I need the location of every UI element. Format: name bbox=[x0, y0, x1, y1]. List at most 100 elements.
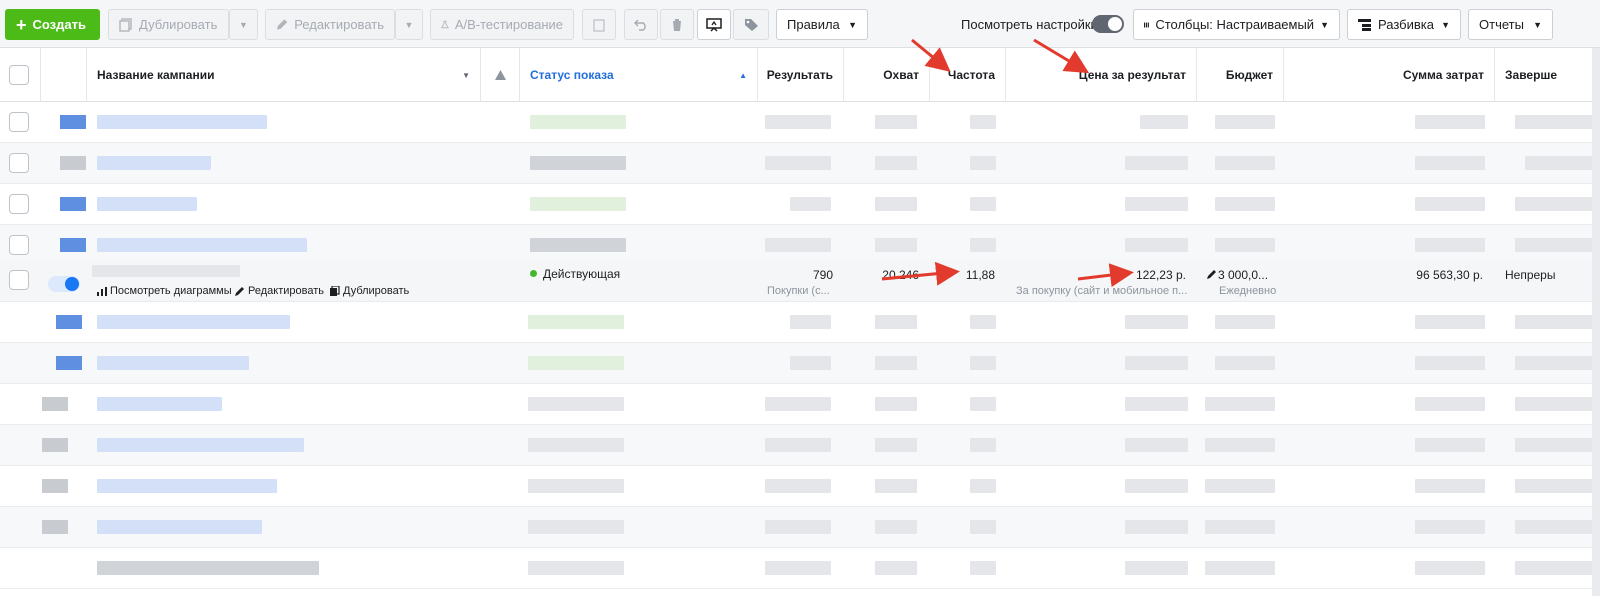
column-amount-spent[interactable]: Сумма затрат bbox=[1284, 48, 1495, 102]
undo-button[interactable] bbox=[624, 9, 658, 40]
reports-dropdown[interactable]: Отчеты ▼ bbox=[1468, 9, 1553, 40]
blurred-text bbox=[1215, 197, 1275, 211]
blurred-text bbox=[1515, 520, 1592, 534]
blurred-text bbox=[1415, 561, 1485, 575]
pencil-icon bbox=[235, 287, 244, 296]
blurred-toggle bbox=[60, 156, 86, 170]
vertical-scrollbar[interactable] bbox=[1592, 48, 1600, 596]
table-row[interactable] bbox=[0, 102, 1600, 143]
table-row[interactable] bbox=[0, 384, 1600, 425]
blurred-text bbox=[528, 479, 624, 493]
select-all-checkbox[interactable] bbox=[9, 65, 29, 85]
breakdown-icon bbox=[1358, 18, 1371, 31]
caret-down-icon: ▼ bbox=[848, 19, 857, 30]
blurred-text bbox=[1515, 561, 1592, 575]
plus-icon: + bbox=[16, 14, 27, 35]
blurred-text bbox=[875, 238, 917, 252]
table-row[interactable] bbox=[0, 184, 1600, 225]
bar-chart-icon bbox=[97, 286, 107, 296]
table-row[interactable] bbox=[0, 548, 1600, 589]
ab-test-button[interactable]: A/B-тестирование bbox=[430, 9, 574, 40]
edit-dropdown[interactable]: ▼ bbox=[395, 9, 423, 40]
column-campaign-name[interactable]: Название кампании ▼ bbox=[87, 48, 481, 102]
blurred-text bbox=[97, 156, 211, 170]
column-delivery-status[interactable]: Статус показа ▲ bbox=[520, 48, 758, 102]
frequency-value: 11,88 bbox=[965, 268, 995, 282]
undo-icon bbox=[634, 19, 646, 31]
column-results[interactable]: Результать bbox=[758, 48, 844, 102]
edit-campaign-link[interactable]: Редактировать bbox=[235, 285, 324, 297]
row-checkbox[interactable] bbox=[9, 235, 29, 255]
ends-value: Непреры bbox=[1505, 268, 1556, 282]
pencil-icon[interactable] bbox=[1207, 269, 1217, 279]
blurred-toggle bbox=[42, 479, 68, 493]
columns-dropdown[interactable]: Столбцы: Настраиваемый ▼ bbox=[1133, 9, 1340, 40]
blurred-text bbox=[765, 479, 831, 493]
blurred-text bbox=[1215, 238, 1275, 252]
table-row[interactable] bbox=[0, 302, 1600, 343]
caret-down-icon: ▼ bbox=[462, 70, 470, 80]
blurred-text bbox=[875, 479, 917, 493]
blurred-text bbox=[765, 520, 831, 534]
blurred-text bbox=[1415, 156, 1485, 170]
table-row[interactable] bbox=[0, 343, 1600, 384]
duplicate-dropdown[interactable]: ▼ bbox=[229, 9, 258, 40]
blurred-text bbox=[970, 520, 996, 534]
blurred-text bbox=[765, 397, 831, 411]
blurred-text bbox=[1125, 520, 1188, 534]
blurred-text bbox=[1415, 520, 1485, 534]
blurred-text bbox=[1205, 397, 1275, 411]
blurred-text bbox=[875, 561, 917, 575]
caret-down-icon: ▼ bbox=[239, 19, 248, 30]
view-settings-toggle[interactable] bbox=[1092, 15, 1124, 33]
blurred-text bbox=[970, 197, 996, 211]
table-row[interactable] bbox=[0, 143, 1600, 184]
table-row[interactable] bbox=[0, 425, 1600, 466]
blurred-text bbox=[528, 397, 624, 411]
duplicate-button[interactable]: Дублировать bbox=[108, 9, 229, 40]
blurred-text bbox=[530, 115, 626, 129]
blurred-text bbox=[1125, 397, 1188, 411]
delete-draft-button[interactable] bbox=[582, 9, 616, 40]
results-type: Покупки (с... bbox=[767, 285, 830, 297]
pencil-icon bbox=[276, 19, 288, 30]
table-row[interactable] bbox=[0, 466, 1600, 507]
campaign-toggle[interactable] bbox=[48, 276, 80, 292]
blurred-text bbox=[1415, 115, 1485, 129]
blurred-text bbox=[1515, 197, 1592, 211]
rules-dropdown[interactable]: Правила ▼ bbox=[776, 9, 868, 40]
blurred-text bbox=[765, 115, 831, 129]
blurred-text bbox=[1515, 115, 1592, 129]
column-ends[interactable]: Заверше bbox=[1495, 48, 1592, 102]
export-button[interactable] bbox=[697, 9, 731, 40]
table-row[interactable] bbox=[0, 507, 1600, 548]
table-row-active-campaign[interactable]: Посмотреть диаграммы Редактировать Дубли… bbox=[0, 259, 1600, 302]
row-checkbox[interactable] bbox=[9, 112, 29, 132]
tag-button[interactable] bbox=[733, 9, 769, 40]
blurred-text bbox=[1415, 315, 1485, 329]
blurred-text bbox=[1415, 356, 1485, 370]
edit-button[interactable]: Редактировать bbox=[265, 9, 395, 40]
view-charts-link[interactable]: Посмотреть диаграммы bbox=[97, 285, 232, 297]
column-reach[interactable]: Охват bbox=[844, 48, 930, 102]
breakdown-dropdown[interactable]: Разбивка ▼ bbox=[1347, 9, 1461, 40]
column-frequency[interactable]: Частота bbox=[930, 48, 1006, 102]
blurred-text bbox=[528, 356, 624, 370]
row-checkbox[interactable] bbox=[9, 153, 29, 173]
row-checkbox[interactable] bbox=[9, 270, 29, 290]
delete-button[interactable] bbox=[660, 9, 694, 40]
caret-up-icon: ▲ bbox=[739, 70, 747, 80]
blurred-text bbox=[530, 156, 626, 170]
duplicate-campaign-link[interactable]: Дублировать bbox=[330, 285, 409, 297]
create-button[interactable]: + Создать bbox=[5, 9, 100, 40]
duplicate-icon bbox=[330, 286, 340, 296]
blurred-text bbox=[97, 115, 267, 129]
column-budget[interactable]: Бюджет bbox=[1197, 48, 1284, 102]
budget-value[interactable]: 3 000,0... bbox=[1218, 268, 1268, 282]
blurred-text bbox=[1215, 315, 1275, 329]
blurred-text bbox=[790, 315, 831, 329]
blurred-text bbox=[875, 115, 917, 129]
row-checkbox[interactable] bbox=[9, 194, 29, 214]
column-cost-per-result[interactable]: Цена за результат bbox=[1006, 48, 1197, 102]
column-warnings[interactable] bbox=[481, 48, 520, 102]
